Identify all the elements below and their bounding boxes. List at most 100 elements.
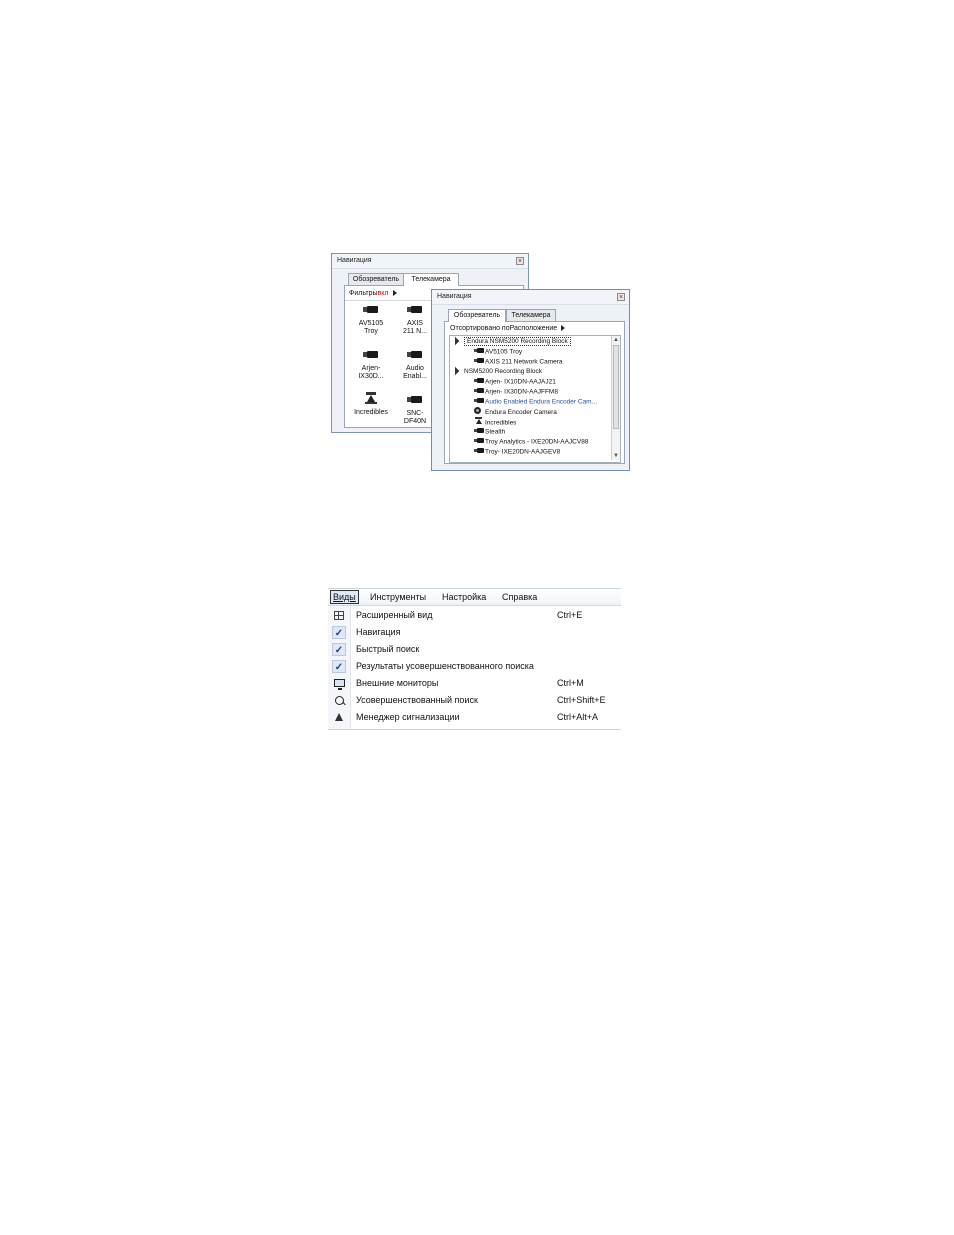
tree-item[interactable]: Arjen- IX10DN-AAJAJ21: [474, 377, 556, 387]
filter-bar[interactable]: Фильтрывкл: [349, 290, 397, 297]
sort-bar[interactable]: Отсортировано поРасположение: [450, 325, 566, 332]
menu-tools[interactable]: Инструменты: [370, 591, 426, 603]
menu-item-label: Расширенный вид: [356, 610, 433, 620]
tab-camera[interactable]: Телекамера: [506, 309, 556, 321]
close-icon[interactable]: ×: [516, 257, 524, 265]
menu-item-shortcut: Ctrl+M: [557, 678, 584, 688]
scroll-up-icon[interactable]: ▲: [612, 336, 620, 344]
camera-tile-label: AV5105 Troy: [358, 320, 384, 335]
camera-tile-label: Arjen- IX30D...: [358, 365, 384, 380]
camera-icon: [407, 306, 423, 313]
camera-tile[interactable]: AV5105 Troy: [351, 306, 391, 336]
tree-item[interactable]: Audio Enabled Endura Encoder Cam...: [474, 397, 597, 407]
monitor-icon: [333, 679, 345, 690]
expand-arrow-icon[interactable]: [450, 367, 460, 376]
tree-group[interactable]: NSM5200 Recording Block: [450, 367, 543, 377]
tab-camera[interactable]: Телекамера: [403, 273, 459, 286]
tab-content: Отсортировано поРасположение Endura NSM5…: [444, 321, 625, 464]
sort-arrow-icon[interactable]: [561, 325, 566, 332]
tree-item[interactable]: AXIS 211 Network Camera: [474, 357, 563, 367]
menu-item-advanced-search-results[interactable]: ✓ Результаты усовершенствованного поиска: [328, 658, 621, 675]
tab-browser[interactable]: Обозреватель: [348, 273, 404, 285]
tree-item-label: Arjen- IX30DN-AAJFFM8: [485, 388, 558, 396]
menu-item-label: Результаты усовершенствованного поиска: [356, 661, 534, 671]
tree-item[interactable]: Arjen- IX30DN-AAJFFM8: [474, 387, 558, 397]
camera-tile-label: AXIS 211 N...: [403, 320, 427, 335]
check-icon: ✓: [332, 626, 346, 639]
scroll-thumb[interactable]: [613, 345, 619, 429]
menu-item-label: Усовершенствованный поиск: [356, 695, 478, 705]
camera-icon: [407, 396, 423, 403]
check-icon: ✓: [332, 660, 346, 673]
check-icon: ✓: [332, 643, 346, 656]
menu-help[interactable]: Справка: [502, 591, 537, 603]
camera-icon: [363, 351, 379, 358]
menu-item-extended-view[interactable]: Расширенный вид Ctrl+E: [328, 607, 621, 624]
tree-item-label: Troy Analytics - IXE20DN-AAJCV88: [485, 438, 589, 446]
panel-titlebar: Навигация ×: [332, 254, 528, 269]
panel-title: Навигация: [337, 257, 372, 264]
tree-item-label: Incredibles: [485, 419, 517, 427]
camera-icon: [407, 351, 423, 358]
camera-tile[interactable]: Incredibles: [351, 392, 391, 417]
tab-browser[interactable]: Обозреватель: [448, 309, 506, 322]
camera-icon: [474, 388, 484, 393]
tree-item[interactable]: Stealth: [474, 427, 505, 437]
tree-item[interactable]: Incredibles: [474, 417, 516, 427]
tree-item[interactable]: Troy- IXE20DN-AAJGEV8: [474, 447, 560, 457]
filter-label: Фильтры: [349, 290, 378, 297]
tree-item-label: Endura NSM5200 Recording Block: [464, 337, 571, 346]
encoder-icon: [474, 407, 481, 414]
menu-item-shortcut: Ctrl+Shift+E: [557, 695, 606, 705]
menu-settings[interactable]: Настройка: [442, 591, 486, 603]
camera-icon: [474, 428, 484, 433]
menu-item-shortcut: Ctrl+Alt+A: [557, 712, 599, 722]
views-menu: Виды Инструменты Настройка Справка Расши…: [328, 588, 621, 730]
vertical-scrollbar[interactable]: ▲ ▼: [611, 336, 620, 460]
sort-label: Отсортировано поРасположение: [450, 325, 558, 332]
advanced-search-icon: [334, 696, 344, 705]
tree-item-label: Troy- IXE20DN-AAJGEV8: [485, 448, 561, 456]
bell-icon: [335, 713, 343, 721]
navigation-panel-front: Навигация × Обозреватель Телекамера Отсо…: [431, 289, 630, 471]
tree-item-label: Audio Enabled Endura Encoder Cam...: [485, 398, 598, 406]
expand-arrow-icon[interactable]: [450, 337, 460, 346]
camera-icon: [474, 378, 484, 383]
camera-icon: [474, 348, 484, 353]
tree-item[interactable]: Endura Encoder Camera: [474, 407, 557, 417]
menu-item-quick-search[interactable]: ✓ Быстрый поиск: [328, 641, 621, 658]
tree-item-label: Arjen- IX10DN-AAJAJ21: [485, 378, 556, 386]
tree-item[interactable]: Troy Analytics - IXE20DN-AAJCV88: [474, 437, 588, 447]
camera-tile[interactable]: Audio Enabl...: [395, 351, 435, 381]
camera-tile-label: Incredibles: [354, 409, 388, 416]
tree-item[interactable]: AV5105 Troy: [474, 347, 522, 357]
camera-icon: [474, 358, 484, 363]
tree-item-label: NSM5200 Recording Block: [464, 368, 543, 375]
filter-state: вкл: [377, 290, 389, 297]
close-icon[interactable]: ×: [617, 293, 625, 301]
camera-tile[interactable]: Arjen- IX30D...: [351, 351, 391, 381]
camera-tile-label: Audio Enabl...: [403, 365, 427, 380]
ptz-camera-icon: [474, 417, 483, 425]
menu-item-advanced-search[interactable]: Усовершенствованный поиск Ctrl+Shift+E: [328, 692, 621, 709]
panel-title: Навигация: [437, 293, 472, 300]
camera-tile[interactable]: SNC- DF40N: [395, 396, 435, 426]
menu-views[interactable]: Виды: [330, 590, 359, 604]
menu-item-alarm-manager[interactable]: Менеджер сигнализации Ctrl+Alt+A: [328, 709, 621, 726]
filter-arrow-icon[interactable]: [392, 290, 397, 297]
camera-tile[interactable]: AXIS 211 N...: [395, 306, 435, 336]
menu-item-shortcut: Ctrl+E: [557, 610, 583, 620]
tree-view: Endura NSM5200 Recording Block AV5105 Tr…: [449, 335, 621, 463]
menu-item-navigation[interactable]: ✓ Навигация: [328, 624, 621, 641]
scroll-down-icon[interactable]: ▼: [612, 452, 620, 460]
camera-icon: [474, 398, 484, 403]
tree-group[interactable]: Endura NSM5200 Recording Block: [450, 337, 571, 347]
menu-item-external-monitors[interactable]: Внешние мониторы Ctrl+M: [328, 675, 621, 692]
camera-tile-label: SNC- DF40N: [403, 410, 427, 425]
menu-item-label: Внешние мониторы: [356, 678, 439, 688]
menu-item-label: Менеджер сигнализации: [356, 712, 460, 722]
tree-item-label: Endura Encoder Camera: [485, 409, 557, 417]
menu-item-label: Быстрый поиск: [356, 644, 420, 654]
grid-view-icon: [334, 611, 344, 620]
camera-icon: [474, 438, 484, 443]
